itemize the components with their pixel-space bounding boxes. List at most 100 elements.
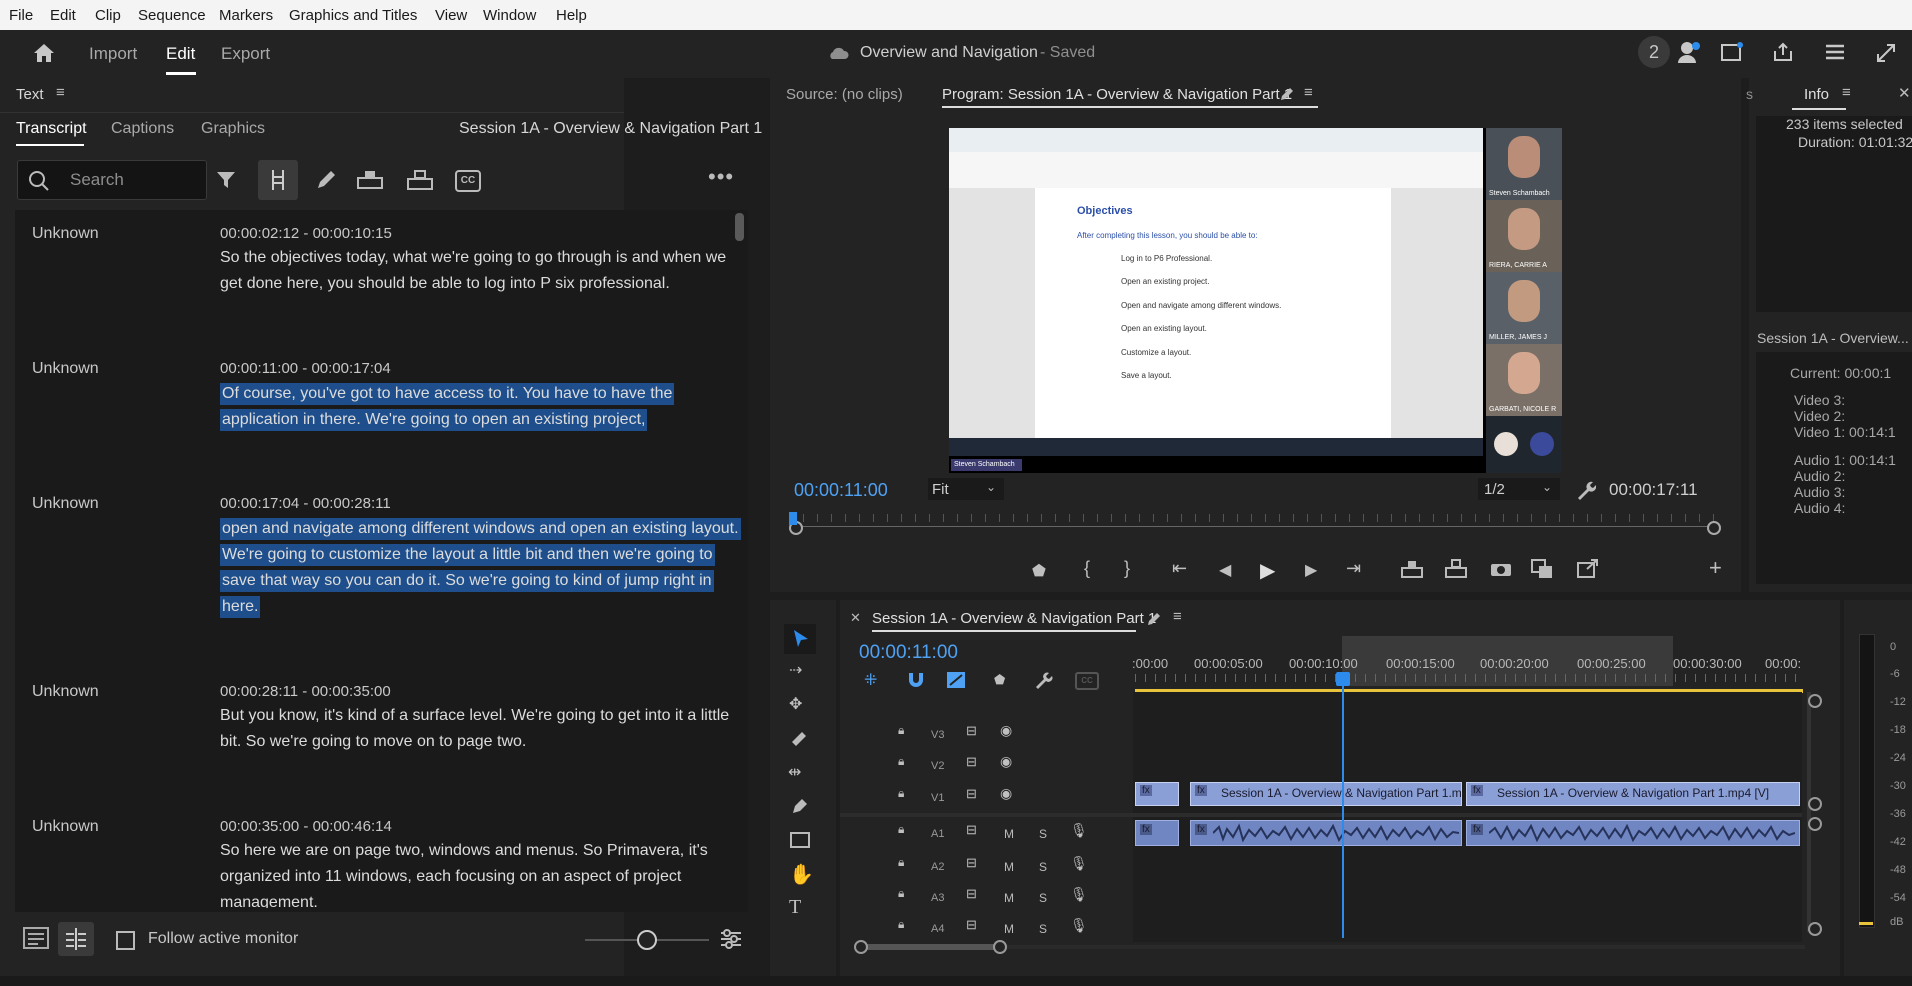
- speaker-label[interactable]: Unknown: [32, 495, 99, 513]
- segment-text-line-selected[interactable]: We're going to customize the layout a li…: [220, 544, 715, 566]
- user-add-icon[interactable]: [1676, 39, 1702, 65]
- lock-icon[interactable]: 🔒︎: [898, 723, 904, 738]
- quick-export-icon[interactable]: [1720, 41, 1744, 63]
- home-icon[interactable]: [32, 42, 56, 64]
- caption-view-button[interactable]: [58, 922, 94, 956]
- track-label[interactable]: A1: [931, 828, 944, 840]
- split-segments-icon[interactable]: [406, 169, 434, 191]
- track-label[interactable]: V1: [931, 792, 944, 804]
- lock-icon[interactable]: 🔒︎: [898, 754, 904, 769]
- nest-toggle-icon[interactable]: ⁜: [864, 670, 877, 690]
- segment-text-line-selected[interactable]: Of course, you've got to have access to …: [220, 383, 675, 405]
- track-label[interactable]: V3: [931, 729, 944, 741]
- go-to-in-icon[interactable]: ⇤: [1172, 558, 1187, 579]
- solo-button[interactable]: S: [1039, 922, 1047, 936]
- scrub-out-handle[interactable]: [1707, 521, 1721, 535]
- extract-icon[interactable]: [1444, 559, 1468, 579]
- camera-icon[interactable]: [1490, 561, 1512, 577]
- segment-text-line[interactable]: management.: [220, 894, 318, 908]
- solo-button[interactable]: S: [1039, 891, 1047, 905]
- mute-button[interactable]: M: [1004, 860, 1014, 874]
- microphone-icon[interactable]: 🎙︎: [1070, 886, 1088, 903]
- captions-toggle-icon[interactable]: CC: [1075, 672, 1099, 690]
- slip-icon[interactable]: ⇹: [788, 762, 801, 782]
- eye-icon[interactable]: ◉: [1000, 785, 1012, 802]
- transcript-view-icon[interactable]: [22, 925, 50, 951]
- menu-graphics[interactable]: Graphics and Titles: [289, 7, 417, 24]
- tab-info[interactable]: Info: [1804, 86, 1829, 103]
- speaker-label[interactable]: Unknown: [32, 683, 99, 701]
- speaker-label[interactable]: Unknown: [32, 818, 99, 836]
- scroll-handle[interactable]: [1808, 797, 1822, 811]
- segment-text-line[interactable]: But you know, it's kind of a surface lev…: [220, 707, 729, 725]
- menu-sequence[interactable]: Sequence: [138, 7, 206, 24]
- scroll-handle[interactable]: [1808, 817, 1822, 831]
- panel-menu-icon[interactable]: ≡: [1173, 608, 1182, 625]
- scroll-handle[interactable]: [1808, 922, 1822, 936]
- microphone-icon[interactable]: 🎙︎: [1070, 822, 1088, 839]
- create-captions-icon[interactable]: CC: [455, 170, 481, 192]
- panel-menu-icon[interactable]: ≡: [56, 84, 65, 101]
- segment-text-line-selected[interactable]: open and navigate among different window…: [220, 518, 741, 540]
- add-marker-icon[interactable]: ⬟: [994, 672, 1005, 688]
- lift-icon[interactable]: [1400, 560, 1424, 578]
- sync-lock-icon[interactable]: ⊟: [966, 754, 977, 770]
- tab-graphics[interactable]: Graphics: [201, 120, 265, 138]
- menu-clip[interactable]: Clip: [95, 7, 121, 24]
- playhead-handle[interactable]: [1336, 672, 1350, 686]
- segment-text-line[interactable]: bit. So we're going to move on to page t…: [220, 733, 526, 751]
- sync-lock-icon[interactable]: ⊟: [966, 822, 977, 838]
- go-to-out-icon[interactable]: ⇥: [1346, 558, 1361, 579]
- program-current-timecode[interactable]: 00:00:11:00: [794, 480, 888, 501]
- playhead-marker[interactable]: [789, 512, 797, 525]
- hand-tool-icon[interactable]: ✋: [789, 862, 814, 887]
- zoom-handle-right[interactable]: [993, 940, 1007, 954]
- horizontal-scrollbar-thumb[interactable]: [862, 944, 1000, 950]
- menu-help[interactable]: Help: [556, 7, 587, 24]
- menu-window[interactable]: Window: [483, 7, 536, 24]
- compare-view-icon[interactable]: [1531, 559, 1553, 579]
- follow-monitor-checkbox[interactable]: [116, 931, 135, 950]
- mark-out-icon[interactable]: }: [1124, 558, 1130, 579]
- track-label[interactable]: A2: [931, 861, 944, 873]
- rectangle-tool-icon[interactable]: [789, 831, 811, 849]
- audio-clip[interactable]: fx: [1190, 820, 1462, 846]
- menu-view[interactable]: View: [435, 7, 467, 24]
- workspace-menu-icon[interactable]: [1824, 42, 1846, 62]
- button-editor-plus-icon[interactable]: +: [1709, 555, 1722, 581]
- program-scrub-bar[interactable]: [789, 512, 1721, 536]
- speaker-label[interactable]: Unknown: [32, 225, 99, 243]
- collaborator-count-badge[interactable]: 2: [1638, 36, 1670, 68]
- fullscreen-icon[interactable]: [1875, 42, 1897, 64]
- transcript-scrollbar[interactable]: [735, 213, 744, 241]
- tab-clipped[interactable]: s: [1746, 86, 1753, 102]
- ripple-edit-icon[interactable]: ✥: [789, 694, 802, 714]
- tab-import[interactable]: Import: [89, 44, 137, 64]
- program-video-frame[interactable]: Objectives After completing this lesson,…: [949, 128, 1562, 473]
- linked-selection-icon[interactable]: [946, 671, 966, 689]
- timeline-playhead[interactable]: [1342, 676, 1344, 938]
- segment-text-line[interactable]: So here we are on page two, windows and …: [220, 842, 708, 860]
- solo-button[interactable]: S: [1039, 860, 1047, 874]
- speaker-label[interactable]: Unknown: [32, 360, 99, 378]
- export-frame-icon[interactable]: [1577, 559, 1599, 579]
- zoom-slider-thumb[interactable]: [637, 930, 657, 950]
- audio-clip[interactable]: fx: [1135, 820, 1179, 846]
- search-input[interactable]: Search: [17, 160, 207, 200]
- menu-edit[interactable]: Edit: [50, 7, 76, 24]
- lock-icon[interactable]: 🔒︎: [898, 822, 904, 837]
- mute-button[interactable]: M: [1004, 827, 1014, 841]
- vertical-scrollbar[interactable]: [1807, 692, 1811, 932]
- settings-sliders-icon[interactable]: [719, 928, 743, 950]
- tab-export[interactable]: Export: [221, 44, 270, 64]
- fit-dropdown[interactable]: Fit ⌄: [928, 478, 1004, 500]
- share-icon[interactable]: [1772, 41, 1794, 63]
- sync-lock-icon[interactable]: ⊟: [966, 917, 977, 933]
- more-options-icon[interactable]: •••: [708, 164, 734, 190]
- video-clip[interactable]: fx Session 1A - Overview & Navigation Pa…: [1466, 782, 1800, 806]
- tab-captions[interactable]: Captions: [111, 120, 174, 138]
- mute-button[interactable]: M: [1004, 891, 1014, 905]
- lock-icon[interactable]: 🔒︎: [898, 786, 904, 801]
- filter-icon[interactable]: [216, 170, 236, 190]
- zoom-handle-left[interactable]: [854, 940, 868, 954]
